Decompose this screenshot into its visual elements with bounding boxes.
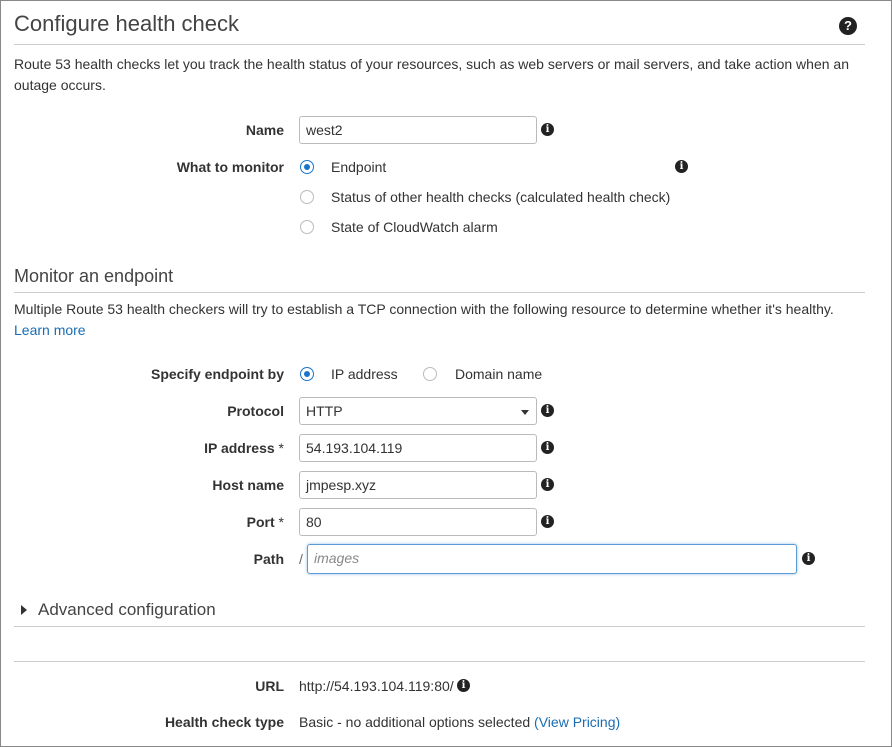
health-check-type-label: Health check type — [164, 714, 284, 730]
health-check-type-value: Basic - no additional options selected (… — [299, 714, 620, 730]
specify-domain-radio[interactable] — [423, 367, 437, 381]
url-info-icon[interactable]: i — [457, 679, 470, 692]
endpoint-divider — [14, 292, 865, 293]
intro-text: Route 53 health checks let you track the… — [14, 56, 849, 93]
protocol-value: HTTP — [306, 403, 343, 419]
port-label-text: Port — [246, 514, 275, 530]
specify-ip-radio[interactable] — [300, 367, 314, 381]
health-check-type-text: Basic - no additional options selected — [299, 714, 531, 730]
expand-triangle-icon[interactable] — [21, 605, 27, 615]
path-label: Path — [253, 551, 284, 567]
endpoint-section-title: Monitor an endpoint — [14, 266, 174, 286]
ip-address-input[interactable]: 54.193.104.119 — [299, 434, 537, 462]
advanced-divider — [14, 626, 865, 627]
monitor-calculated-label[interactable]: Status of other health checks (calculate… — [331, 189, 670, 205]
ip-address-info-icon[interactable]: i — [541, 441, 554, 454]
view-pricing-link[interactable]: (View Pricing) — [534, 714, 620, 730]
port-info-icon[interactable]: i — [541, 515, 554, 528]
url-value: http://54.193.104.119:80/ — [299, 678, 454, 694]
url-label: URL — [255, 678, 284, 694]
summary-divider — [14, 661, 865, 662]
ip-address-label: IP address * — [14, 440, 284, 456]
name-label: Name — [245, 122, 284, 138]
advanced-config-toggle[interactable]: Advanced configuration — [38, 600, 216, 620]
monitor-label: What to monitor — [176, 159, 284, 175]
name-info-icon[interactable]: i — [541, 123, 554, 136]
page-title: Configure health check — [14, 11, 240, 36]
monitor-cloudwatch-label[interactable]: State of CloudWatch alarm — [331, 219, 498, 235]
protocol-label: Protocol — [227, 403, 284, 419]
specify-endpoint-label: Specify endpoint by — [150, 366, 284, 382]
ip-required-marker: * — [278, 440, 284, 456]
name-input[interactable]: west2 — [299, 116, 537, 144]
path-info-icon[interactable]: i — [802, 552, 815, 565]
protocol-info-icon[interactable]: i — [541, 404, 554, 417]
specify-domain-label[interactable]: Domain name — [455, 366, 542, 382]
specify-ip-label[interactable]: IP address — [331, 366, 398, 382]
port-label: Port * — [14, 514, 284, 530]
learn-more-link[interactable]: Learn more — [14, 320, 86, 341]
host-name-input[interactable]: jmpesp.xyz — [299, 471, 537, 499]
port-required-marker: * — [278, 514, 284, 530]
monitor-cloudwatch-radio[interactable] — [300, 220, 314, 234]
path-input[interactable]: images — [307, 544, 797, 574]
monitor-endpoint-label[interactable]: Endpoint — [331, 159, 386, 175]
title-divider — [14, 44, 865, 45]
host-name-info-icon[interactable]: i — [541, 478, 554, 491]
monitor-calculated-radio[interactable] — [300, 190, 314, 204]
endpoint-description: Multiple Route 53 health checkers will t… — [14, 301, 834, 317]
port-input[interactable]: 80 — [299, 508, 537, 536]
health-check-panel: Configure health check ? Route 53 health… — [0, 0, 892, 747]
protocol-select[interactable]: HTTP — [299, 397, 537, 425]
path-placeholder: images — [314, 550, 360, 566]
help-icon[interactable]: ? — [839, 17, 857, 35]
host-name-label: Host name — [212, 477, 284, 493]
path-prefix: / — [299, 551, 303, 567]
chevron-down-icon — [521, 410, 529, 415]
ip-address-label-text: IP address — [204, 440, 275, 456]
monitor-info-icon[interactable]: i — [675, 160, 688, 173]
monitor-endpoint-radio[interactable] — [300, 160, 314, 174]
